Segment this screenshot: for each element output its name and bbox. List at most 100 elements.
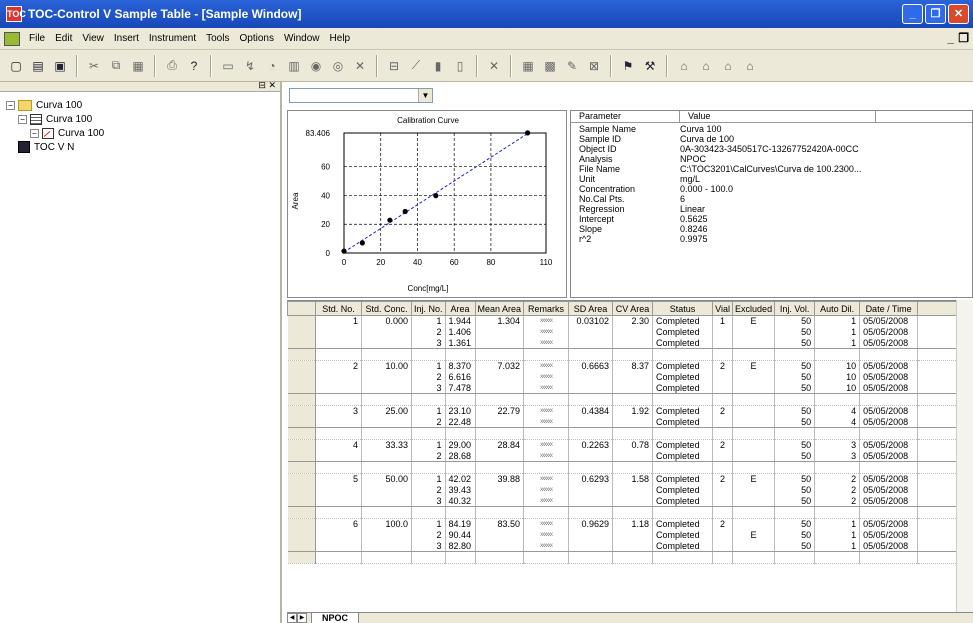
table-row[interactable]: 2 22.48 xxxxxx Completed 50 4 05/05/2008 (287, 416, 966, 428)
remarks-cell[interactable]: xxxxxx (523, 484, 570, 496)
status-cell[interactable]: Completed (652, 371, 714, 383)
instrument-icon[interactable]: ▭ (218, 56, 238, 76)
cv-area-cell[interactable]: 0.78 (612, 439, 654, 451)
wrench-icon[interactable]: ⚒ (640, 56, 660, 76)
row-header[interactable] (287, 450, 316, 462)
collapse-icon[interactable]: − (18, 114, 27, 124)
table-row[interactable]: 4 33.33 1 29.00 28.84 xxxxxx 0.2263 0.78 Complet… (287, 439, 966, 451)
table-icon[interactable]: ▦ (518, 56, 538, 76)
vial-cell[interactable] (712, 371, 734, 383)
excluded-cell[interactable]: E (732, 315, 776, 327)
menu-instrument[interactable]: Instrument (144, 33, 201, 44)
auto-dil-cell[interactable]: 4 (814, 405, 861, 417)
inj-vol-cell[interactable]: 50 (774, 371, 816, 383)
table-row[interactable]: 1 0.000 1 1.944 1.304 xxxxxx 0.03102 2.30 Comple… (287, 315, 966, 327)
copy-icon[interactable]: ⧉ (106, 56, 126, 76)
sd-area-cell[interactable]: 0.6293 (568, 473, 614, 485)
std-conc-cell[interactable]: 100.0 (361, 518, 412, 530)
table-row[interactable]: 3 82.80 xxxxxx Completed 50 1 05/05/2008 (287, 540, 966, 552)
inj-no-cell[interactable]: 2 (411, 484, 446, 496)
row-header[interactable] (287, 326, 316, 338)
date-time-cell[interactable]: 05/05/2008 (859, 495, 919, 507)
calibration-icon[interactable]: ⟋ (406, 56, 426, 76)
tab-next-icon[interactable]: ▶ (297, 613, 307, 623)
date-time-cell[interactable]: 05/05/2008 (859, 360, 919, 372)
inj-vol-cell[interactable]: 50 (774, 518, 816, 530)
std-no-cell[interactable] (315, 382, 362, 394)
remarks-cell[interactable]: xxxxxx (523, 405, 570, 417)
vial-cell[interactable] (712, 337, 734, 349)
remarks-cell[interactable]: xxxxxx (523, 518, 570, 530)
inj-vol-cell[interactable]: 50 (774, 360, 816, 372)
row-header[interactable] (287, 337, 316, 349)
table-row[interactable]: 2 90.44 xxxxxx Completed E 50 1 05/05/2008 (287, 529, 966, 541)
tree-item-table[interactable]: − Curva 100 (6, 112, 274, 126)
tree-item-chart[interactable]: − Curva 100 (6, 126, 274, 140)
remarks-cell[interactable]: xxxxxx (523, 450, 570, 462)
std-no-cell[interactable]: 3 (315, 405, 362, 417)
paste-icon[interactable]: ▦ (128, 56, 148, 76)
sd-area-cell[interactable] (568, 495, 614, 507)
auto-dil-cell[interactable]: 1 (814, 518, 861, 530)
auto-dil-cell[interactable]: 10 (814, 360, 861, 372)
standby-icon[interactable]: ◔ (262, 56, 282, 76)
connect-icon[interactable]: ↯ (240, 56, 260, 76)
table-row[interactable]: 3 25.00 1 23.10 22.79 xxxxxx 0.4384 1.92 Complet… (287, 405, 966, 417)
status-cell[interactable]: Completed (652, 326, 714, 338)
mean-area-cell[interactable] (474, 484, 525, 496)
auto-dil-cell[interactable]: 1 (814, 337, 861, 349)
excluded-cell[interactable] (732, 382, 776, 394)
remarks-cell[interactable]: xxxxxx (523, 382, 570, 394)
inj-no-cell[interactable]: 2 (411, 371, 446, 383)
mean-area-cell[interactable] (474, 416, 525, 428)
vertical-scrollbar[interactable] (956, 300, 973, 612)
menu-options[interactable]: Options (234, 33, 278, 44)
area-cell[interactable]: 82.80 (444, 540, 476, 552)
remarks-cell[interactable]: xxxxxx (523, 360, 570, 372)
method-icon[interactable]: ⊟ (384, 56, 404, 76)
mean-area-cell[interactable]: 28.84 (474, 439, 525, 451)
auto-dil-cell[interactable]: 3 (814, 439, 861, 451)
cv-area-cell[interactable] (612, 371, 654, 383)
mean-area-cell[interactable] (474, 540, 525, 552)
std-conc-cell[interactable] (361, 326, 412, 338)
doc-restore-icon[interactable]: ❐ (958, 31, 969, 45)
excluded-cell[interactable]: E (732, 473, 776, 485)
column-header[interactable]: Remarks (523, 301, 570, 316)
chart-view-icon[interactable]: ⊠ (584, 56, 604, 76)
help-icon[interactable]: ? (184, 56, 204, 76)
inj-no-cell[interactable]: 1 (411, 473, 446, 485)
vial-cell[interactable]: 2 (712, 439, 734, 451)
date-time-cell[interactable]: 05/05/2008 (859, 416, 919, 428)
mean-area-cell[interactable]: 7.032 (474, 360, 525, 372)
date-time-cell[interactable]: 05/05/2008 (859, 439, 919, 451)
cancel-icon[interactable]: ✕ (350, 56, 370, 76)
std-no-cell[interactable] (315, 371, 362, 383)
mean-area-cell[interactable] (474, 495, 525, 507)
status-cell[interactable]: Completed (652, 416, 714, 428)
row-header[interactable] (287, 382, 316, 394)
std-no-cell[interactable] (315, 495, 362, 507)
std-conc-cell[interactable] (361, 382, 412, 394)
mean-area-cell[interactable]: 83.50 (474, 518, 525, 530)
cv-area-cell[interactable]: 1.58 (612, 473, 654, 485)
date-time-cell[interactable]: 05/05/2008 (859, 450, 919, 462)
column-header[interactable]: Mean Area (474, 301, 525, 316)
area-cell[interactable]: 1.406 (444, 326, 476, 338)
auto-dil-cell[interactable]: 10 (814, 382, 861, 394)
status-cell[interactable]: Completed (652, 518, 714, 530)
row-header[interactable] (287, 495, 316, 507)
area-cell[interactable]: 8.370 (444, 360, 476, 372)
open-folder-icon[interactable]: ▤ (28, 56, 48, 76)
inj-no-cell[interactable]: 1 (411, 439, 446, 451)
status-cell[interactable]: Completed (652, 540, 714, 552)
mean-area-cell[interactable] (474, 371, 525, 383)
std-conc-cell[interactable]: 0.000 (361, 315, 412, 327)
excluded-cell[interactable] (732, 540, 776, 552)
vial-cell[interactable]: 2 (712, 473, 734, 485)
cv-area-cell[interactable]: 2.30 (612, 315, 654, 327)
menu-tools[interactable]: Tools (201, 33, 234, 44)
std-no-cell[interactable]: 6 (315, 518, 362, 530)
row-header[interactable] (287, 315, 316, 327)
table-row[interactable]: 2 6.616 xxxxxx Completed 50 10 05/05/2008 (287, 371, 966, 383)
